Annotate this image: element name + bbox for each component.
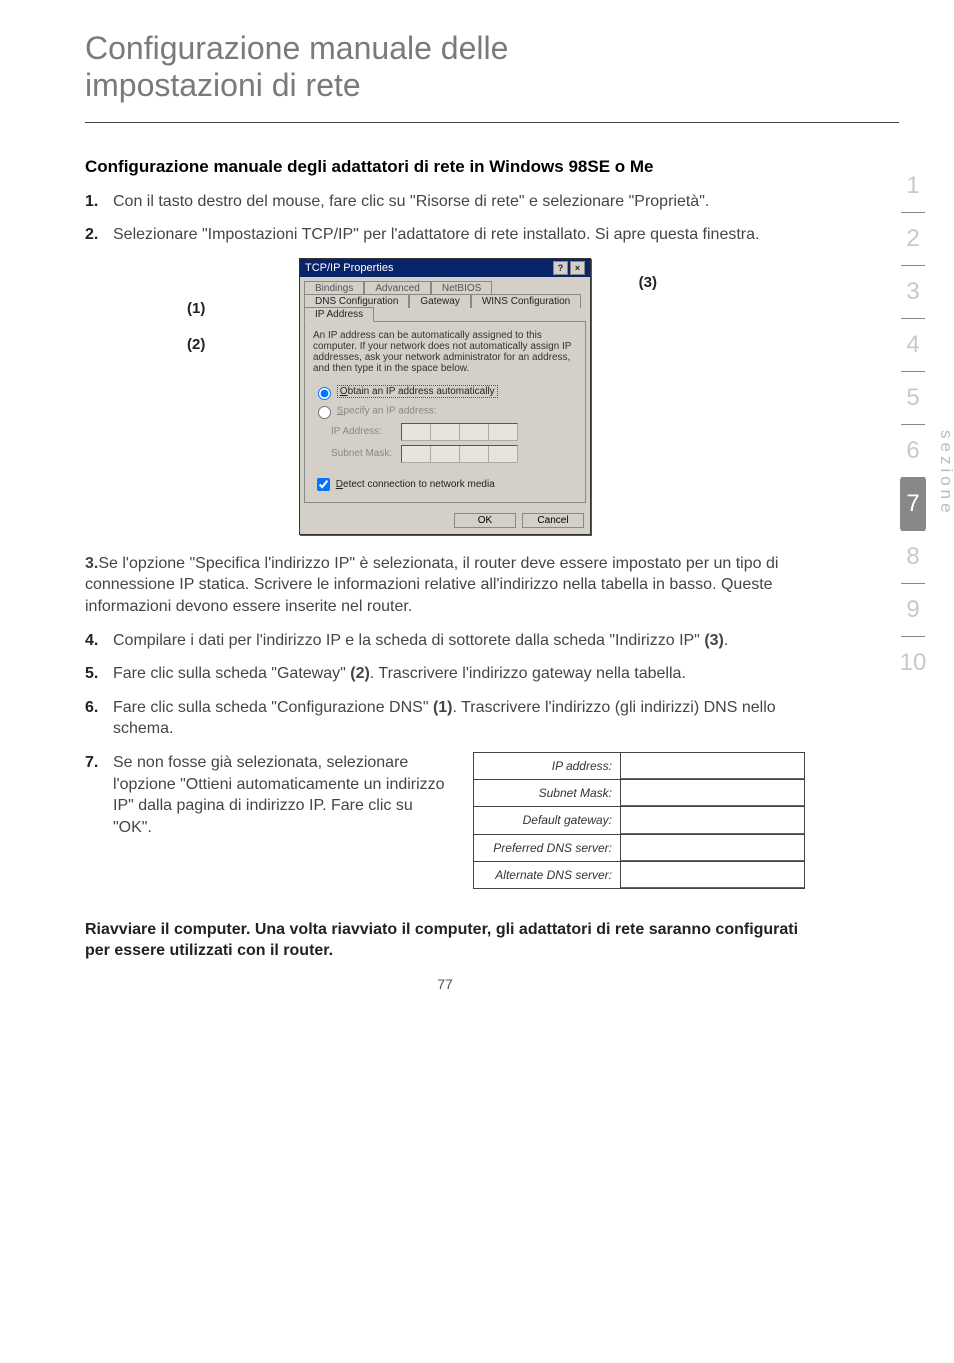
note-ip-val[interactable]: [621, 753, 804, 779]
help-button[interactable]: ?: [553, 261, 568, 275]
note-dns1-val[interactable]: [621, 835, 804, 861]
page-number: 77: [85, 976, 805, 992]
tab-advanced[interactable]: Advanced: [364, 281, 430, 295]
tcpip-dialog: TCP/IP Properties ? × Bindings Advanced …: [299, 258, 591, 535]
detect-accel: D: [336, 479, 343, 490]
callout-1: (1): [187, 300, 205, 317]
page-title-line1: Configurazione manuale delle: [85, 30, 508, 66]
tab-bindings[interactable]: Bindings: [304, 281, 364, 295]
radio-specify-input[interactable]: [318, 406, 331, 419]
step-2-text: Selezionare "Impostazioni TCP/IP" per l'…: [113, 224, 805, 246]
nav-3[interactable]: 3: [890, 266, 936, 318]
section-nav: 1 2 3 4 5 6 7 8 9 10 sezione: [890, 160, 936, 689]
note-dns1-label: Preferred DNS server:: [474, 835, 621, 861]
nav-4[interactable]: 4: [890, 319, 936, 371]
step-5-num: 5.: [85, 663, 113, 685]
divider: [85, 122, 899, 123]
nav-2[interactable]: 2: [890, 213, 936, 265]
step-4-text-c: .: [724, 632, 728, 649]
obtain-accel: O: [340, 386, 348, 397]
note-dns2-val[interactable]: [621, 862, 804, 888]
radio-specify[interactable]: Specify an IP address:: [313, 403, 577, 419]
step-6-num: 6.: [85, 697, 113, 740]
step-5-text-c: . Trascrivere l'indirizzo gateway nella …: [370, 665, 686, 682]
sezione-label: sezione: [936, 430, 954, 517]
step-4-num: 4.: [85, 630, 113, 652]
note-gateway-label: Default gateway:: [474, 807, 621, 833]
nav-1[interactable]: 1: [890, 160, 936, 212]
note-mask-label: Subnet Mask:: [474, 780, 621, 806]
step-2-num: 2.: [85, 224, 113, 246]
tab-netbios[interactable]: NetBIOS: [431, 281, 492, 295]
nav-8[interactable]: 8: [890, 531, 936, 583]
step-4-text-a: Compilare i dati per l'indirizzo IP e la…: [113, 632, 704, 649]
ok-button[interactable]: OK: [454, 513, 516, 528]
detect-checkbox[interactable]: [317, 478, 330, 491]
callout-3: (3): [639, 274, 657, 291]
specify-label: pecify an IP address:: [343, 405, 436, 416]
detect-checkbox-row[interactable]: Detect connection to network media: [313, 475, 577, 494]
nav-10[interactable]: 10: [890, 637, 936, 689]
notes-table: IP address: Subnet Mask: Default gateway…: [473, 752, 805, 889]
note-mask-val[interactable]: [621, 780, 804, 806]
obtain-label: btain an IP address automatically: [348, 386, 495, 397]
tab-dns[interactable]: DNS Configuration: [304, 294, 409, 308]
step-3-num: 3.: [85, 555, 98, 572]
step-6-ref: (1): [433, 699, 453, 716]
footer-note: Riavviare il computer. Una volta riavvia…: [85, 919, 805, 962]
nav-6[interactable]: 6: [890, 425, 936, 477]
tab-wins[interactable]: WINS Configuration: [471, 294, 581, 308]
note-dns2-label: Alternate DNS server:: [474, 862, 621, 888]
tab-ip-address[interactable]: IP Address: [304, 307, 374, 322]
step-1-num: 1.: [85, 191, 113, 213]
radio-obtain-input[interactable]: [318, 387, 331, 400]
dialog-description: An IP address can be automatically assig…: [313, 330, 577, 374]
step-3-text: Se l'opzione "Specifica l'indirizzo IP" …: [85, 555, 778, 615]
step-5-text-a: Fare clic sulla scheda "Gateway": [113, 665, 350, 682]
dialog-title: TCP/IP Properties: [305, 262, 393, 274]
nav-7-active[interactable]: 7: [900, 478, 926, 530]
step-7-num: 7.: [85, 752, 113, 889]
step-1-text: Con il tasto destro del mouse, fare clic…: [113, 191, 805, 213]
tab-gateway[interactable]: Gateway: [409, 294, 470, 308]
note-gateway-val[interactable]: [621, 807, 804, 833]
nav-5[interactable]: 5: [890, 372, 936, 424]
step-5-ref: (2): [350, 665, 370, 682]
close-button[interactable]: ×: [570, 261, 585, 275]
page-title-line2: impostazioni di rete: [85, 67, 361, 103]
figure-wrapper: (1) (2) (3) TCP/IP Properties ? × Bindin…: [85, 258, 805, 535]
note-ip-label: IP address:: [474, 753, 621, 779]
ip-address-input[interactable]: [401, 423, 518, 441]
section-heading: Configurazione manuale degli adattatori …: [85, 157, 805, 177]
callout-2: (2): [187, 336, 205, 353]
step-4-ref: (3): [704, 632, 724, 649]
subnet-mask-input[interactable]: [401, 445, 518, 463]
subnet-mask-label: Subnet Mask:: [331, 448, 401, 459]
cancel-button[interactable]: Cancel: [522, 513, 584, 528]
detect-label: etect connection to network media: [343, 479, 495, 490]
step-6-text-a: Fare clic sulla scheda "Configurazione D…: [113, 699, 433, 716]
radio-obtain-auto[interactable]: Obtain an IP address automatically: [313, 384, 577, 400]
step-7-text: Se non fosse già selezionata, selezionar…: [113, 752, 455, 838]
ip-address-label: IP Address:: [331, 426, 401, 437]
nav-9[interactable]: 9: [890, 584, 936, 636]
